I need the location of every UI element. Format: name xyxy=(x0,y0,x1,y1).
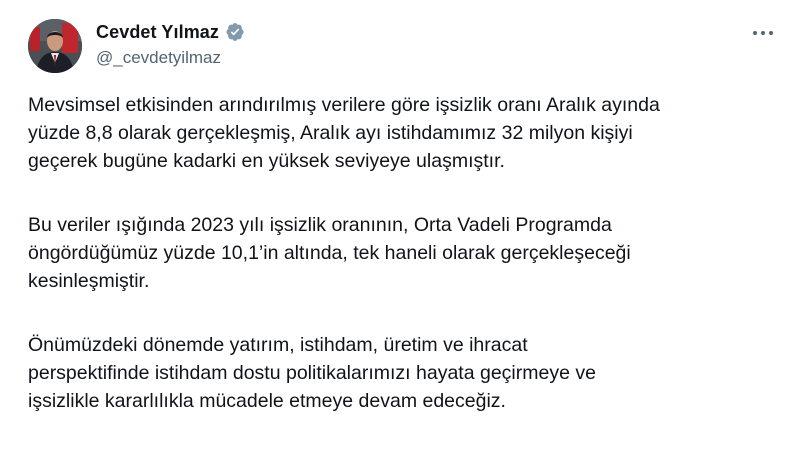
profile-photo xyxy=(28,19,82,73)
author-block: Cevdet Yılmaz @_cevdetyilmaz xyxy=(96,20,245,68)
more-options-icon[interactable] xyxy=(748,22,778,44)
verified-badge-icon xyxy=(225,22,245,42)
avatar[interactable] xyxy=(28,19,82,73)
tweet-paragraph-1: Mevsimsel etkisinden arındırılmış verile… xyxy=(28,94,660,172)
display-name[interactable]: Cevdet Yılmaz xyxy=(96,22,219,43)
user-handle[interactable]: @_cevdetyilmaz xyxy=(96,48,245,68)
tweet-paragraph-2: Bu veriler ışığında 2023 yılı işsizlik o… xyxy=(28,214,631,292)
tweet-card: Cevdet Yılmaz @_cevdetyilmaz Mevsimsel e… xyxy=(0,0,800,454)
tweet-text: Mevsimsel etkisinden arındırılmış verile… xyxy=(28,91,788,415)
tweet-paragraph-3: Önümüzdeki dönemde yatırım, istihdam, ür… xyxy=(28,334,596,412)
name-row: Cevdet Yılmaz xyxy=(96,20,245,44)
